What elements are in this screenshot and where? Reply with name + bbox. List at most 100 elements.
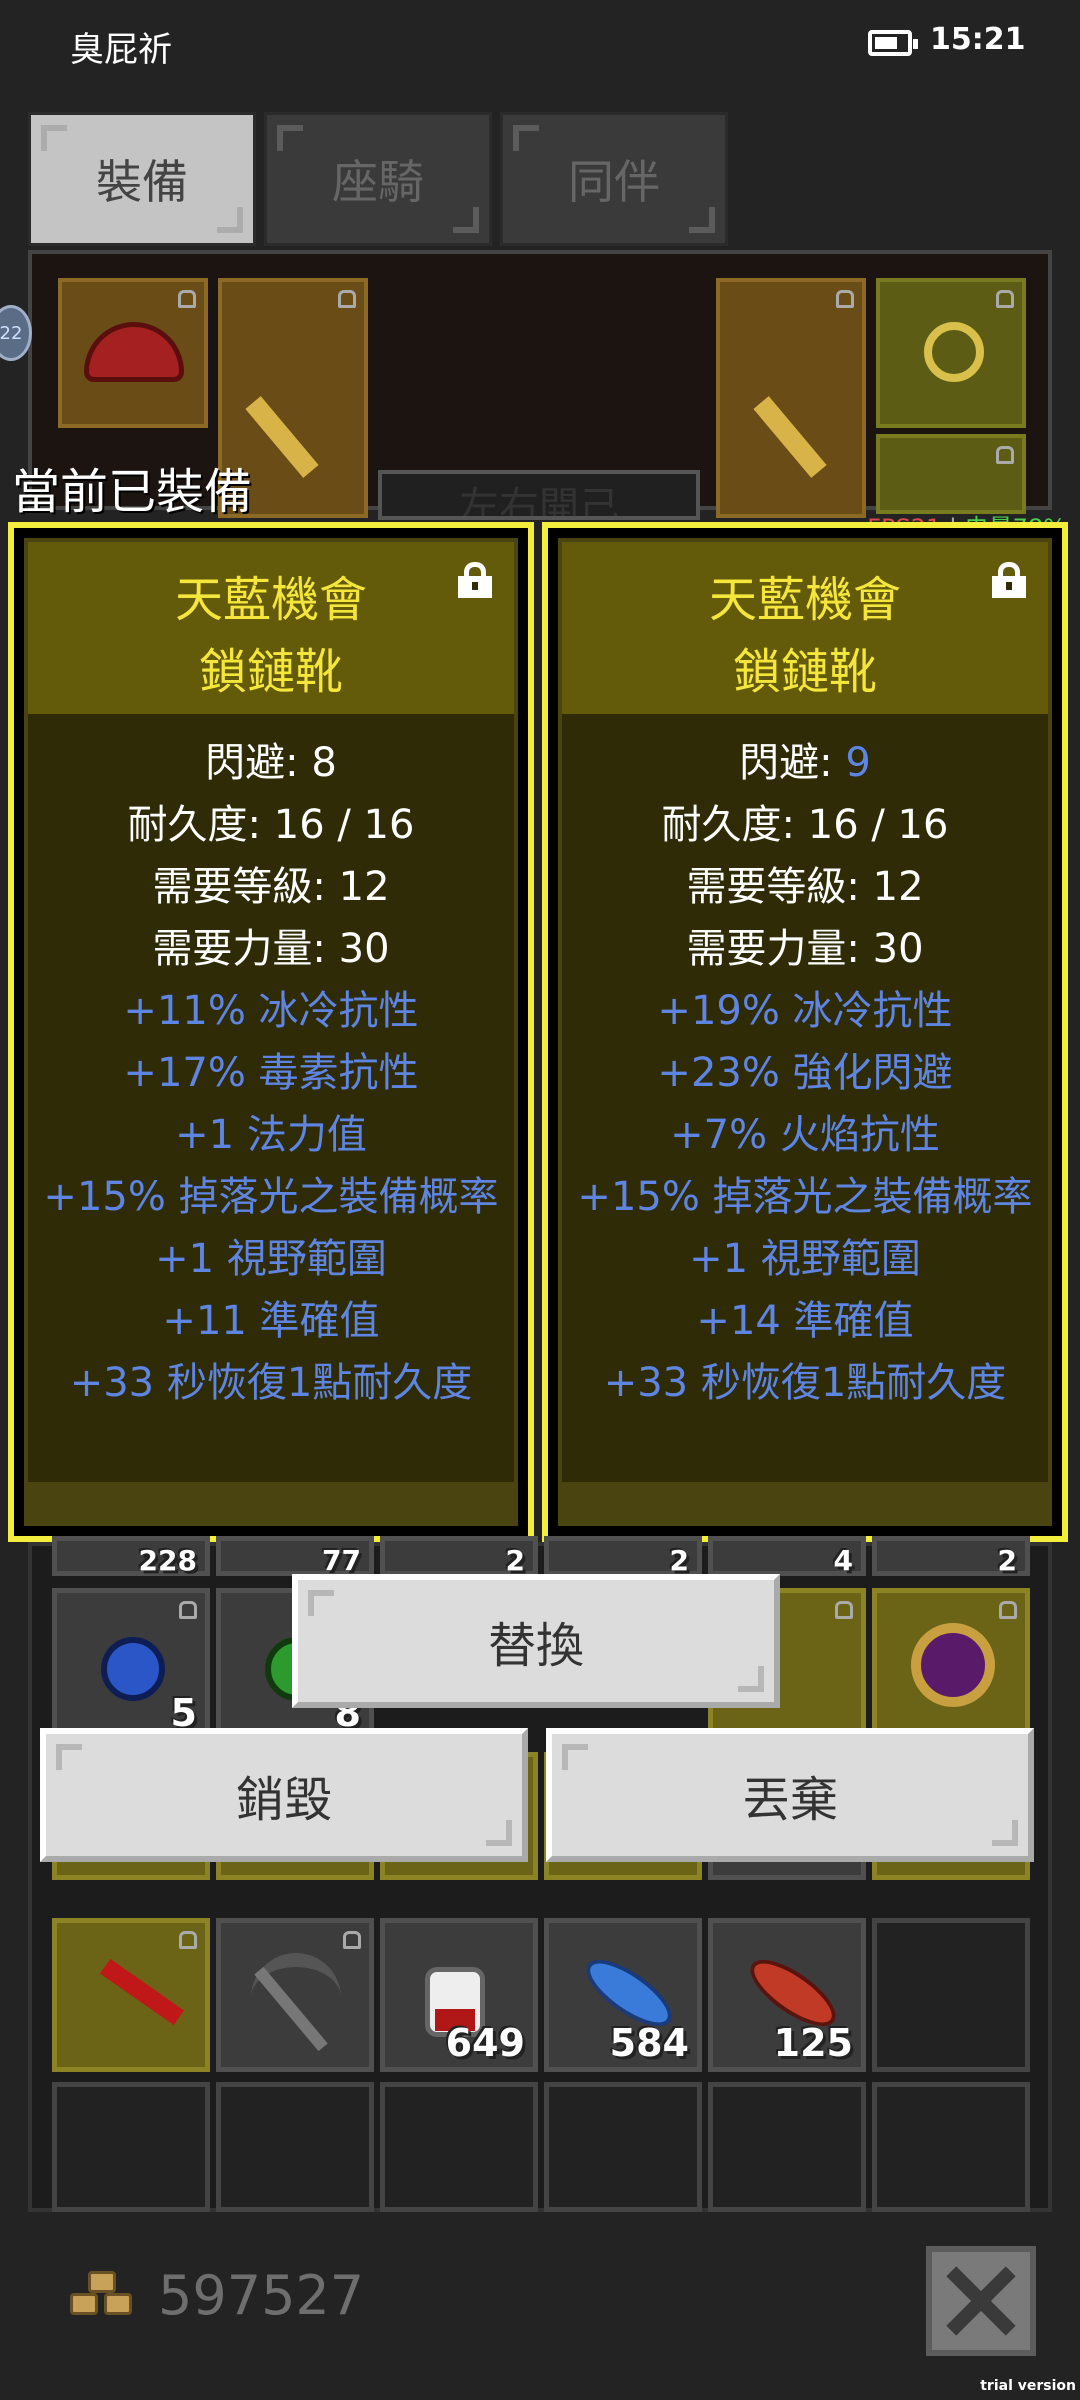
tab-mount[interactable]: 座騎 — [264, 112, 492, 246]
stat-label: 需要力量: — [152, 926, 339, 972]
lock-icon — [996, 290, 1014, 308]
battery-icon — [868, 30, 918, 56]
corner-decoration — [56, 1744, 82, 1770]
inventory-slot[interactable] — [216, 2082, 374, 2212]
tab-label: 裝備 — [96, 155, 188, 209]
item-type: 鎖鏈靴 — [732, 644, 877, 700]
close-button[interactable] — [926, 2246, 1036, 2356]
inventory-slot[interactable]: 2 — [380, 1536, 538, 1577]
gold-amount: 597527 — [158, 2264, 365, 2327]
stat-line: +33 秒恢復1點耐久度 — [603, 1360, 1007, 1406]
stat-line: +14 準確值 — [696, 1298, 914, 1344]
shop-sign: 左右開己 — [378, 470, 700, 520]
inventory-slot[interactable] — [872, 1918, 1030, 2072]
stat-line: +1 法力值 — [175, 1112, 367, 1158]
stat-label: 需要等級: — [152, 864, 339, 910]
stat-label: 需要等級: — [686, 864, 873, 910]
inventory-slot[interactable]: 77 — [216, 1536, 374, 1577]
button-label: 替換 — [487, 1618, 584, 1674]
corner-decoration — [513, 125, 539, 151]
stat-line: 耐久度: 16 / 16 — [562, 794, 1048, 856]
inventory-slot[interactable] — [380, 2082, 538, 2212]
inventory-slot[interactable] — [872, 1588, 1030, 1742]
stat-value: 30 — [872, 926, 924, 972]
replace-button[interactable]: 替換 — [292, 1574, 780, 1708]
corner-decoration — [689, 207, 715, 233]
corner-decoration — [486, 1820, 512, 1846]
inventory-slot[interactable]: 125 — [708, 1918, 866, 2072]
inventory-slot[interactable]: 2 — [544, 1536, 702, 1577]
stat-label: 需要力量: — [686, 926, 873, 972]
inventory-slot[interactable] — [216, 1918, 374, 2072]
card-header: 天藍機會 鎖鏈靴 — [562, 542, 1048, 714]
stat-label: 耐久度: — [661, 802, 808, 848]
blue-gem-icon — [101, 1637, 165, 1701]
stat-label: 閃避: — [205, 740, 312, 786]
corner-decoration — [277, 125, 303, 151]
gold-coins-icon — [70, 2270, 136, 2321]
sword-icon — [245, 396, 319, 478]
lock-icon — [996, 446, 1014, 464]
lock-icon — [999, 1601, 1017, 1619]
inventory-slot[interactable]: 2 — [872, 1536, 1030, 1577]
stat-line: +15% 掉落光之裝備概率 — [43, 1174, 499, 1220]
equipped-item-card: 天藍機會 鎖鏈靴 閃避: 8 耐久度: 16 / 16 需要等級: 12 需要力量: … — [8, 522, 534, 1542]
corner-decoration — [738, 1666, 764, 1692]
weapon-slot-right[interactable] — [716, 278, 866, 518]
stat-label: 閃避: — [739, 740, 846, 786]
lock-icon — [179, 1601, 197, 1619]
sword-icon — [753, 396, 827, 478]
current-equipped-label: 當前已裝備 — [12, 464, 253, 520]
inventory-slot[interactable] — [708, 2082, 866, 2212]
inventory-slot[interactable] — [544, 2082, 702, 2212]
stat-line: 閃避: 9 — [562, 732, 1048, 794]
button-label: 丟棄 — [741, 1772, 838, 1828]
trial-watermark: trial version — [980, 2378, 1076, 2394]
card-footer — [562, 1482, 1048, 1522]
card-footer — [28, 1482, 514, 1522]
inventory-slot[interactable]: 584 — [544, 1918, 702, 2072]
tab-companion[interactable]: 同伴 — [500, 112, 728, 246]
inventory-slot[interactable] — [872, 2082, 1030, 2212]
stat-value: 30 — [338, 926, 390, 972]
stat-line: 需要力量: 30 — [28, 918, 514, 980]
inventory-slot[interactable]: 649 — [380, 1918, 538, 2072]
item-count: 228 — [138, 1544, 197, 1577]
item-count: 2 — [997, 1544, 1017, 1577]
item-count: 4 — [833, 1544, 853, 1577]
stat-line: 閃避: 8 — [28, 732, 514, 794]
ring-slot[interactable] — [876, 434, 1026, 514]
lock-icon[interactable] — [458, 562, 492, 598]
inventory-slot[interactable] — [52, 2082, 210, 2212]
stat-value: 16 / 16 — [807, 802, 949, 848]
corner-decoration — [217, 207, 243, 233]
item-name: 天藍機會 — [174, 572, 367, 628]
carrier-name: 臭屁祈 — [70, 30, 172, 70]
inventory-slot[interactable]: 228 — [52, 1536, 210, 1577]
discard-button[interactable]: 丟棄 — [546, 1728, 1034, 1862]
stat-line: +19% 冰冷抗性 — [657, 988, 953, 1034]
tab-label: 同伴 — [568, 155, 660, 209]
amulet-slot[interactable] — [876, 278, 1026, 428]
red-helmet-icon — [84, 322, 184, 382]
lock-icon[interactable] — [992, 562, 1026, 598]
lock-icon — [343, 1931, 361, 1949]
stat-line: +7% 火焰抗性 — [670, 1112, 940, 1158]
stat-line: +1 視野範圍 — [155, 1236, 387, 1282]
inventory-slot[interactable]: 4 — [708, 1536, 866, 1577]
corner-decoration — [41, 125, 67, 151]
stat-list: 閃避: 9 耐久度: 16 / 16 需要等級: 12 需要力量: 30 +19% 冰冷… — [562, 714, 1048, 1414]
inventory-slot[interactable]: 5 — [52, 1588, 210, 1742]
destroy-button[interactable]: 銷毀 — [40, 1728, 528, 1862]
helmet-slot[interactable] — [58, 278, 208, 428]
button-label: 銷毀 — [235, 1772, 332, 1828]
item-count: 2 — [669, 1544, 689, 1577]
tab-label: 座騎 — [332, 155, 424, 209]
clock: 15:21 — [930, 22, 1026, 57]
lock-icon — [835, 1601, 853, 1619]
tab-equipment[interactable]: 裝備 — [28, 112, 256, 246]
stat-value: 12 — [872, 864, 924, 910]
item-count: 584 — [609, 2021, 689, 2065]
item-name: 天藍機會 — [708, 572, 901, 628]
inventory-slot[interactable] — [52, 1918, 210, 2072]
